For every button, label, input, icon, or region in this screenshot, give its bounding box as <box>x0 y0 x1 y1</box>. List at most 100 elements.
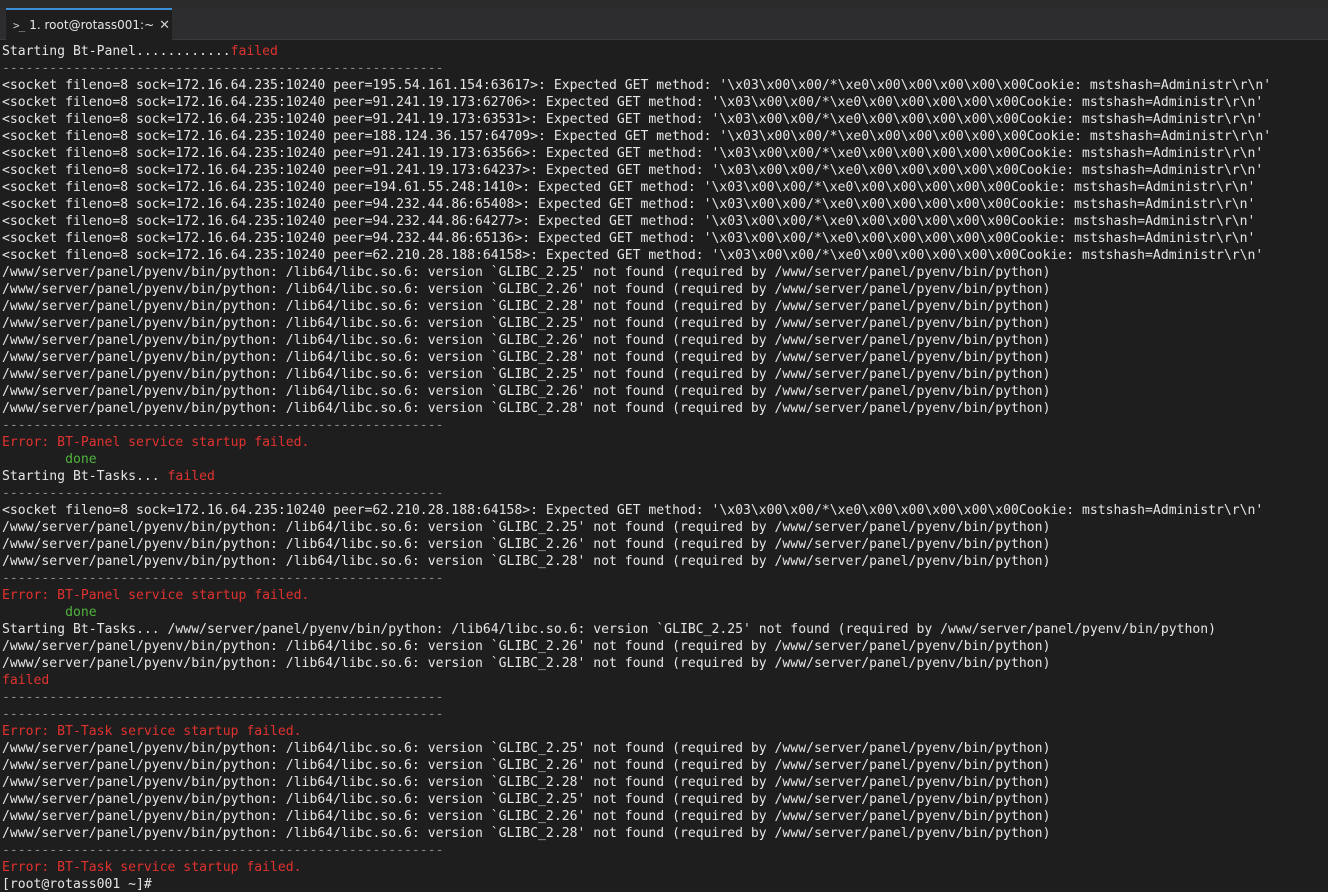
line-text: /www/server/panel/pyenv/bin/python: /lib… <box>2 758 1051 773</box>
terminal-line: /www/server/panel/pyenv/bin/python: /lib… <box>2 519 1326 536</box>
line-text: /www/server/panel/pyenv/bin/python: /lib… <box>2 554 1051 569</box>
terminal-line: Starting Bt-Tasks... /www/server/panel/p… <box>2 621 1326 638</box>
tab-root-session[interactable]: >_ 1. root@rotass001:~ ✕ <box>6 8 172 40</box>
line-text: /www/server/panel/pyenv/bin/python: /lib… <box>2 775 1051 790</box>
terminal-line: failed <box>2 672 1326 689</box>
line-text <box>2 452 65 467</box>
line-text: <socket fileno=8 sock=172.16.64.235:1024… <box>2 248 1264 263</box>
separator-line: ----------------------------------------… <box>2 690 444 705</box>
line-text: /www/server/panel/pyenv/bin/python: /lib… <box>2 333 1051 348</box>
shell-prompt[interactable]: [root@rotass001 ~]# <box>2 876 1326 892</box>
terminal-line: /www/server/panel/pyenv/bin/python: /lib… <box>2 298 1326 315</box>
terminal-line: /www/server/panel/pyenv/bin/python: /lib… <box>2 264 1326 281</box>
terminal-line: <socket fileno=8 sock=172.16.64.235:1024… <box>2 128 1326 145</box>
line-text: <socket fileno=8 sock=172.16.64.235:1024… <box>2 112 1264 127</box>
terminal-line: /www/server/panel/pyenv/bin/python: /lib… <box>2 315 1326 332</box>
separator-line: ----------------------------------------… <box>2 571 444 586</box>
separator-line: ----------------------------------------… <box>2 486 444 501</box>
terminal-line: <socket fileno=8 sock=172.16.64.235:1024… <box>2 162 1326 179</box>
terminal-line: /www/server/panel/pyenv/bin/python: /lib… <box>2 281 1326 298</box>
title-strip <box>0 0 1328 8</box>
terminal-line: done <box>2 604 1326 621</box>
tab-bar: >_ 1. root@rotass001:~ ✕ <box>0 8 1328 40</box>
error-text: Error: BT-Panel service startup failed. <box>2 588 310 603</box>
separator-line: ----------------------------------------… <box>2 418 444 433</box>
line-text: /www/server/panel/pyenv/bin/python: /lib… <box>2 265 1051 280</box>
line-text: <socket fileno=8 sock=172.16.64.235:1024… <box>2 180 1256 195</box>
line-text: /www/server/panel/pyenv/bin/python: /lib… <box>2 537 1051 552</box>
line-text: <socket fileno=8 sock=172.16.64.235:1024… <box>2 129 1272 144</box>
terminal-window: >_ 1. root@rotass001:~ ✕ Starting Bt-Pan… <box>0 0 1328 892</box>
terminal-line: Error: BT-Panel service startup failed. <box>2 434 1326 451</box>
terminal-line: /www/server/panel/pyenv/bin/python: /lib… <box>2 383 1326 400</box>
terminal-line: /www/server/panel/pyenv/bin/python: /lib… <box>2 349 1326 366</box>
line-text <box>2 605 65 620</box>
terminal-line: /www/server/panel/pyenv/bin/python: /lib… <box>2 332 1326 349</box>
terminal-line: <socket fileno=8 sock=172.16.64.235:1024… <box>2 196 1326 213</box>
terminal-line: /www/server/panel/pyenv/bin/python: /lib… <box>2 740 1326 757</box>
terminal-line: done <box>2 451 1326 468</box>
line-text: <socket fileno=8 sock=172.16.64.235:1024… <box>2 163 1264 178</box>
terminal-line: Error: BT-Task service startup failed. <box>2 859 1326 876</box>
line-text: /www/server/panel/pyenv/bin/python: /lib… <box>2 826 1051 841</box>
tab-label: 1. root@rotass001:~ <box>29 18 155 32</box>
line-text: Starting Bt-Tasks... /www/server/panel/p… <box>2 622 1216 637</box>
line-text: /www/server/panel/pyenv/bin/python: /lib… <box>2 350 1051 365</box>
terminal-line: /www/server/panel/pyenv/bin/python: /lib… <box>2 757 1326 774</box>
terminal-line: /www/server/panel/pyenv/bin/python: /lib… <box>2 655 1326 672</box>
line-text: /www/server/panel/pyenv/bin/python: /lib… <box>2 401 1051 416</box>
terminal-line: <socket fileno=8 sock=172.16.64.235:1024… <box>2 247 1326 264</box>
terminal-line: <socket fileno=8 sock=172.16.64.235:1024… <box>2 145 1326 162</box>
line-text: Starting Bt-Tasks... <box>2 469 168 484</box>
terminal-line: Error: BT-Panel service startup failed. <box>2 587 1326 604</box>
terminal-line: ----------------------------------------… <box>2 570 1326 587</box>
separator-line: ----------------------------------------… <box>2 707 444 722</box>
terminal-line: <socket fileno=8 sock=172.16.64.235:1024… <box>2 179 1326 196</box>
line-text: <socket fileno=8 sock=172.16.64.235:1024… <box>2 95 1264 110</box>
line-text: <socket fileno=8 sock=172.16.64.235:1024… <box>2 503 1264 518</box>
terminal-line: /www/server/panel/pyenv/bin/python: /lib… <box>2 808 1326 825</box>
terminal-line: <socket fileno=8 sock=172.16.64.235:1024… <box>2 502 1326 519</box>
terminal-line: ----------------------------------------… <box>2 60 1326 77</box>
terminal-line: /www/server/panel/pyenv/bin/python: /lib… <box>2 553 1326 570</box>
line-text: <socket fileno=8 sock=172.16.64.235:1024… <box>2 197 1256 212</box>
terminal-line: <socket fileno=8 sock=172.16.64.235:1024… <box>2 77 1326 94</box>
terminal-line: /www/server/panel/pyenv/bin/python: /lib… <box>2 366 1326 383</box>
failed-status: failed <box>230 44 278 59</box>
close-icon[interactable]: ✕ <box>159 18 170 33</box>
terminal-line: ----------------------------------------… <box>2 485 1326 502</box>
line-text: <socket fileno=8 sock=172.16.64.235:1024… <box>2 231 1256 246</box>
terminal-line: Starting Bt-Tasks... failed <box>2 468 1326 485</box>
line-text: /www/server/panel/pyenv/bin/python: /lib… <box>2 639 1051 654</box>
terminal-line: /www/server/panel/pyenv/bin/python: /lib… <box>2 400 1326 417</box>
line-text: Starting Bt-Panel............ <box>2 44 231 59</box>
terminal-line: Error: BT-Task service startup failed. <box>2 723 1326 740</box>
line-text: /www/server/panel/pyenv/bin/python: /lib… <box>2 282 1051 297</box>
line-text: <socket fileno=8 sock=172.16.64.235:1024… <box>2 78 1272 93</box>
error-text: Error: BT-Panel service startup failed. <box>2 435 310 450</box>
separator-line: ----------------------------------------… <box>2 61 444 76</box>
error-text: Error: BT-Task service startup failed. <box>2 724 302 739</box>
line-text: /www/server/panel/pyenv/bin/python: /lib… <box>2 656 1051 671</box>
terminal-line: ----------------------------------------… <box>2 842 1326 859</box>
error-text: Error: BT-Task service startup failed. <box>2 860 302 875</box>
line-text: /www/server/panel/pyenv/bin/python: /lib… <box>2 520 1051 535</box>
line-text: <socket fileno=8 sock=172.16.64.235:1024… <box>2 146 1264 161</box>
terminal-line: ----------------------------------------… <box>2 689 1326 706</box>
line-text: [root@rotass001 ~]# <box>2 877 152 892</box>
terminal-output[interactable]: Starting Bt-Panel............failed -----… <box>2 43 1326 892</box>
terminal-line: <socket fileno=8 sock=172.16.64.235:1024… <box>2 230 1326 247</box>
terminal-line: Starting Bt-Panel............failed <box>2 43 1326 60</box>
line-text: /www/server/panel/pyenv/bin/python: /lib… <box>2 316 1051 331</box>
failed-status: failed <box>167 469 215 484</box>
terminal-line: ----------------------------------------… <box>2 417 1326 434</box>
line-text: /www/server/panel/pyenv/bin/python: /lib… <box>2 741 1051 756</box>
line-text: <socket fileno=8 sock=172.16.64.235:1024… <box>2 214 1256 229</box>
terminal-line: /www/server/panel/pyenv/bin/python: /lib… <box>2 536 1326 553</box>
terminal-line: /www/server/panel/pyenv/bin/python: /lib… <box>2 825 1326 842</box>
terminal-prompt-icon: >_ <box>13 18 25 32</box>
line-text: /www/server/panel/pyenv/bin/python: /lib… <box>2 384 1051 399</box>
line-text: /www/server/panel/pyenv/bin/python: /lib… <box>2 792 1051 807</box>
terminal-line: <socket fileno=8 sock=172.16.64.235:1024… <box>2 111 1326 128</box>
done-status: done <box>65 452 97 467</box>
